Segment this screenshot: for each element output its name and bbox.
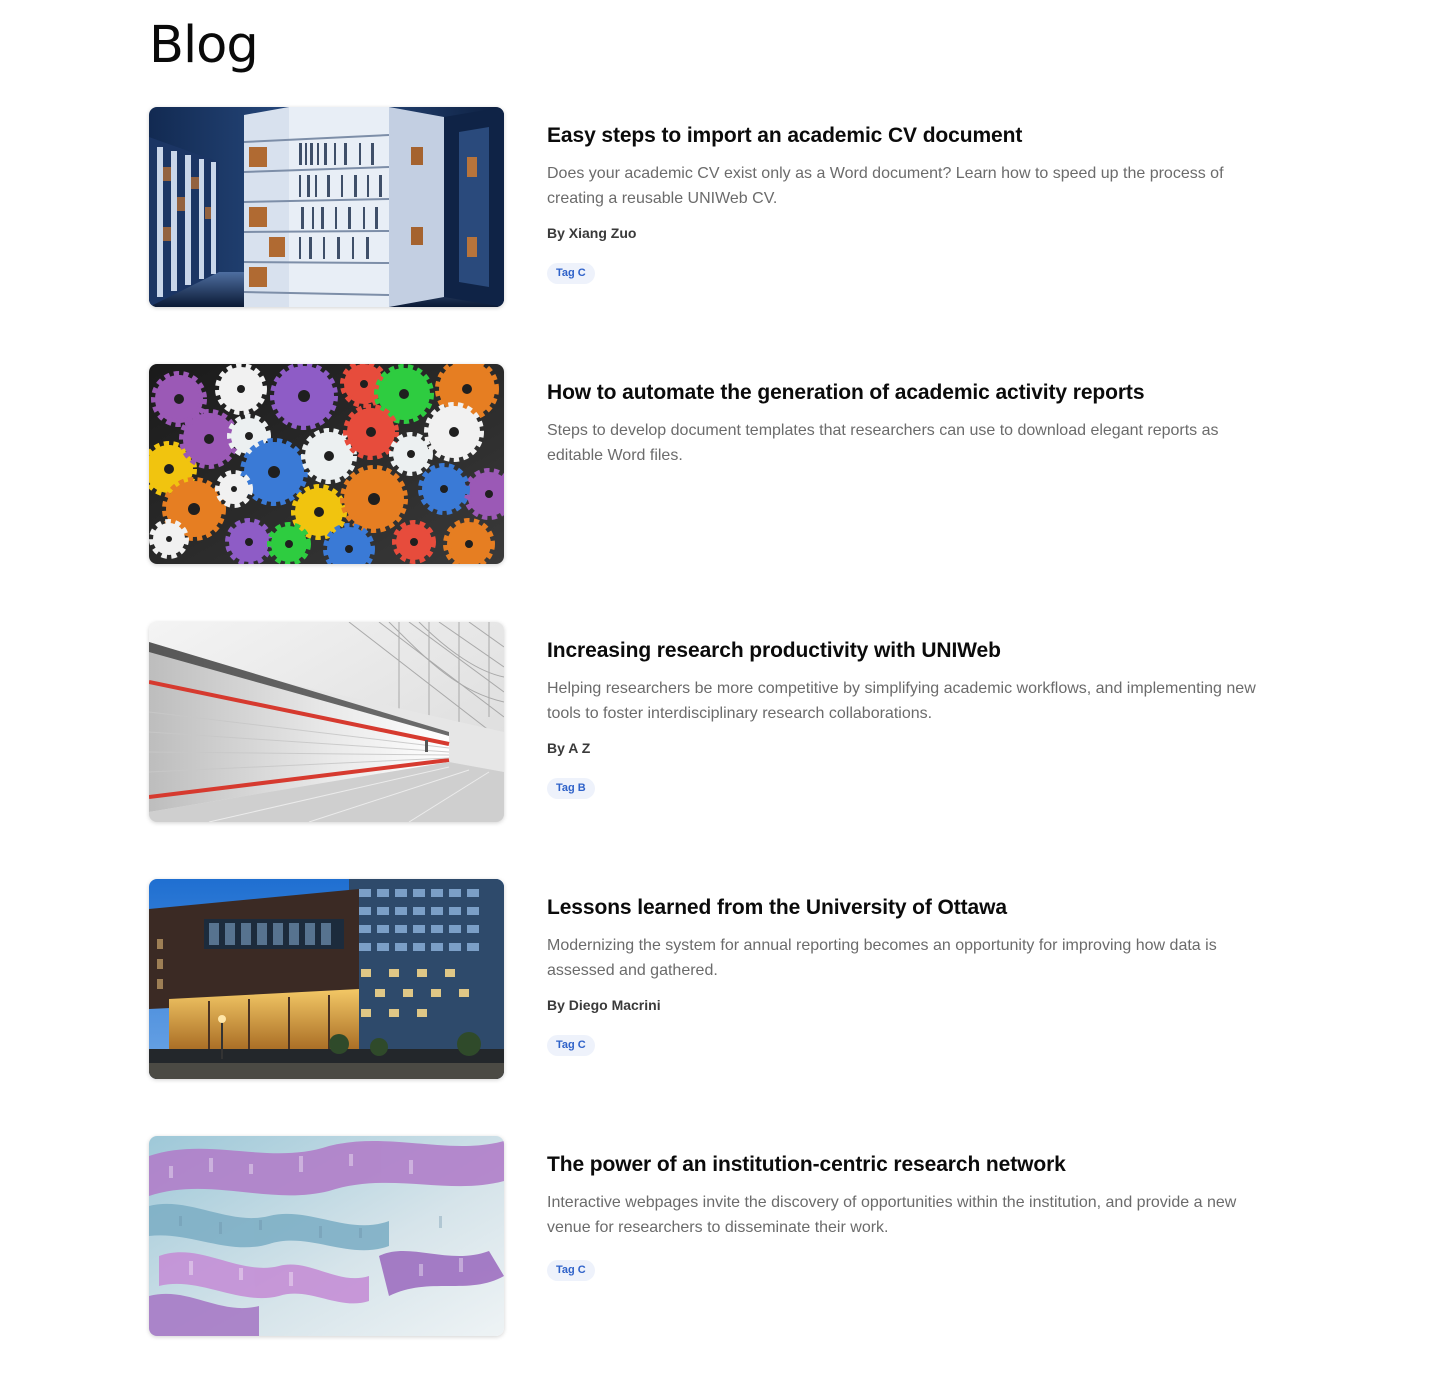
post-thumbnail-network[interactable] xyxy=(149,1136,504,1336)
post-tag[interactable]: Tag C xyxy=(547,1035,595,1056)
library-bookshelves-image xyxy=(149,107,504,307)
post-title[interactable]: The power of an institution-centric rese… xyxy=(547,1150,1259,1180)
post-excerpt: Helping researchers be more competitive … xyxy=(547,680,1256,722)
post-thumbnail-train[interactable] xyxy=(149,622,504,822)
blog-post-card[interactable]: Easy steps to import an academic CV docu… xyxy=(149,107,1259,307)
post-tag[interactable]: Tag C xyxy=(547,263,595,284)
post-excerpt: Does your academic CV exist only as a Wo… xyxy=(547,165,1224,207)
page-title: Blog xyxy=(149,16,259,75)
blog-post-card[interactable]: How to automate the generation of academ… xyxy=(149,364,1259,564)
post-title[interactable]: Easy steps to import an academic CV docu… xyxy=(547,121,1259,151)
post-title[interactable]: Increasing research productivity with UN… xyxy=(547,636,1259,666)
abstract-data-landscape-image xyxy=(149,1136,504,1336)
post-tag[interactable]: Tag C xyxy=(547,1260,595,1281)
train-station-motion-image xyxy=(149,622,504,822)
post-title[interactable]: How to automate the generation of academ… xyxy=(547,378,1259,408)
post-thumbnail-gears[interactable] xyxy=(149,364,504,564)
blog-post-card[interactable]: The power of an institution-centric rese… xyxy=(149,1136,1259,1336)
post-tag[interactable]: Tag B xyxy=(547,778,595,799)
blog-post-card[interactable]: Lessons learned from the University of O… xyxy=(149,879,1259,1079)
post-author: By Diego Macrini xyxy=(547,997,661,1013)
post-title[interactable]: Lessons learned from the University of O… xyxy=(547,893,1259,923)
blog-post-card[interactable]: Increasing research productivity with UN… xyxy=(149,622,1259,822)
university-building-image xyxy=(149,879,504,1079)
post-thumbnail-library[interactable] xyxy=(149,107,504,307)
post-excerpt: Steps to develop document templates that… xyxy=(547,422,1219,464)
colorful-gears-image xyxy=(149,364,504,564)
post-excerpt: Interactive webpages invite the discover… xyxy=(547,1194,1237,1236)
post-author: By Xiang Zuo xyxy=(547,225,637,241)
post-excerpt: Modernizing the system for annual report… xyxy=(547,937,1217,979)
post-author: By A Z xyxy=(547,740,591,756)
post-thumbnail-building[interactable] xyxy=(149,879,504,1079)
